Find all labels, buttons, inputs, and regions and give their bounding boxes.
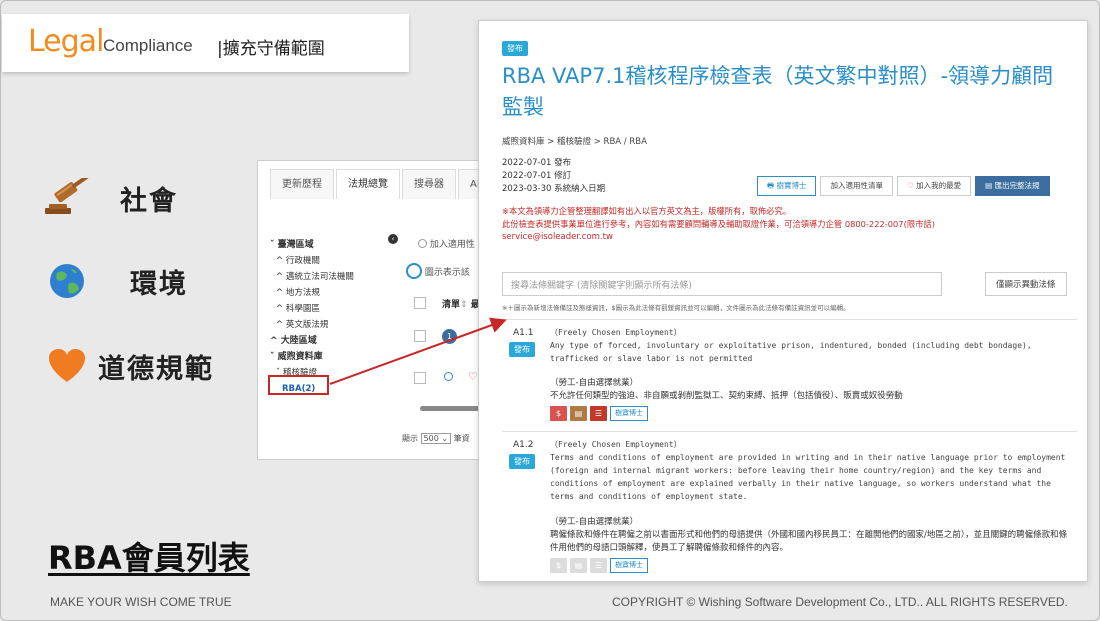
footer-slogan: MAKE YOUR WISH COME TRUE [50,595,232,609]
pointer-arrow [329,317,507,385]
footer-copyright: COPYRIGHT © Wishing Software Development… [612,595,1068,609]
